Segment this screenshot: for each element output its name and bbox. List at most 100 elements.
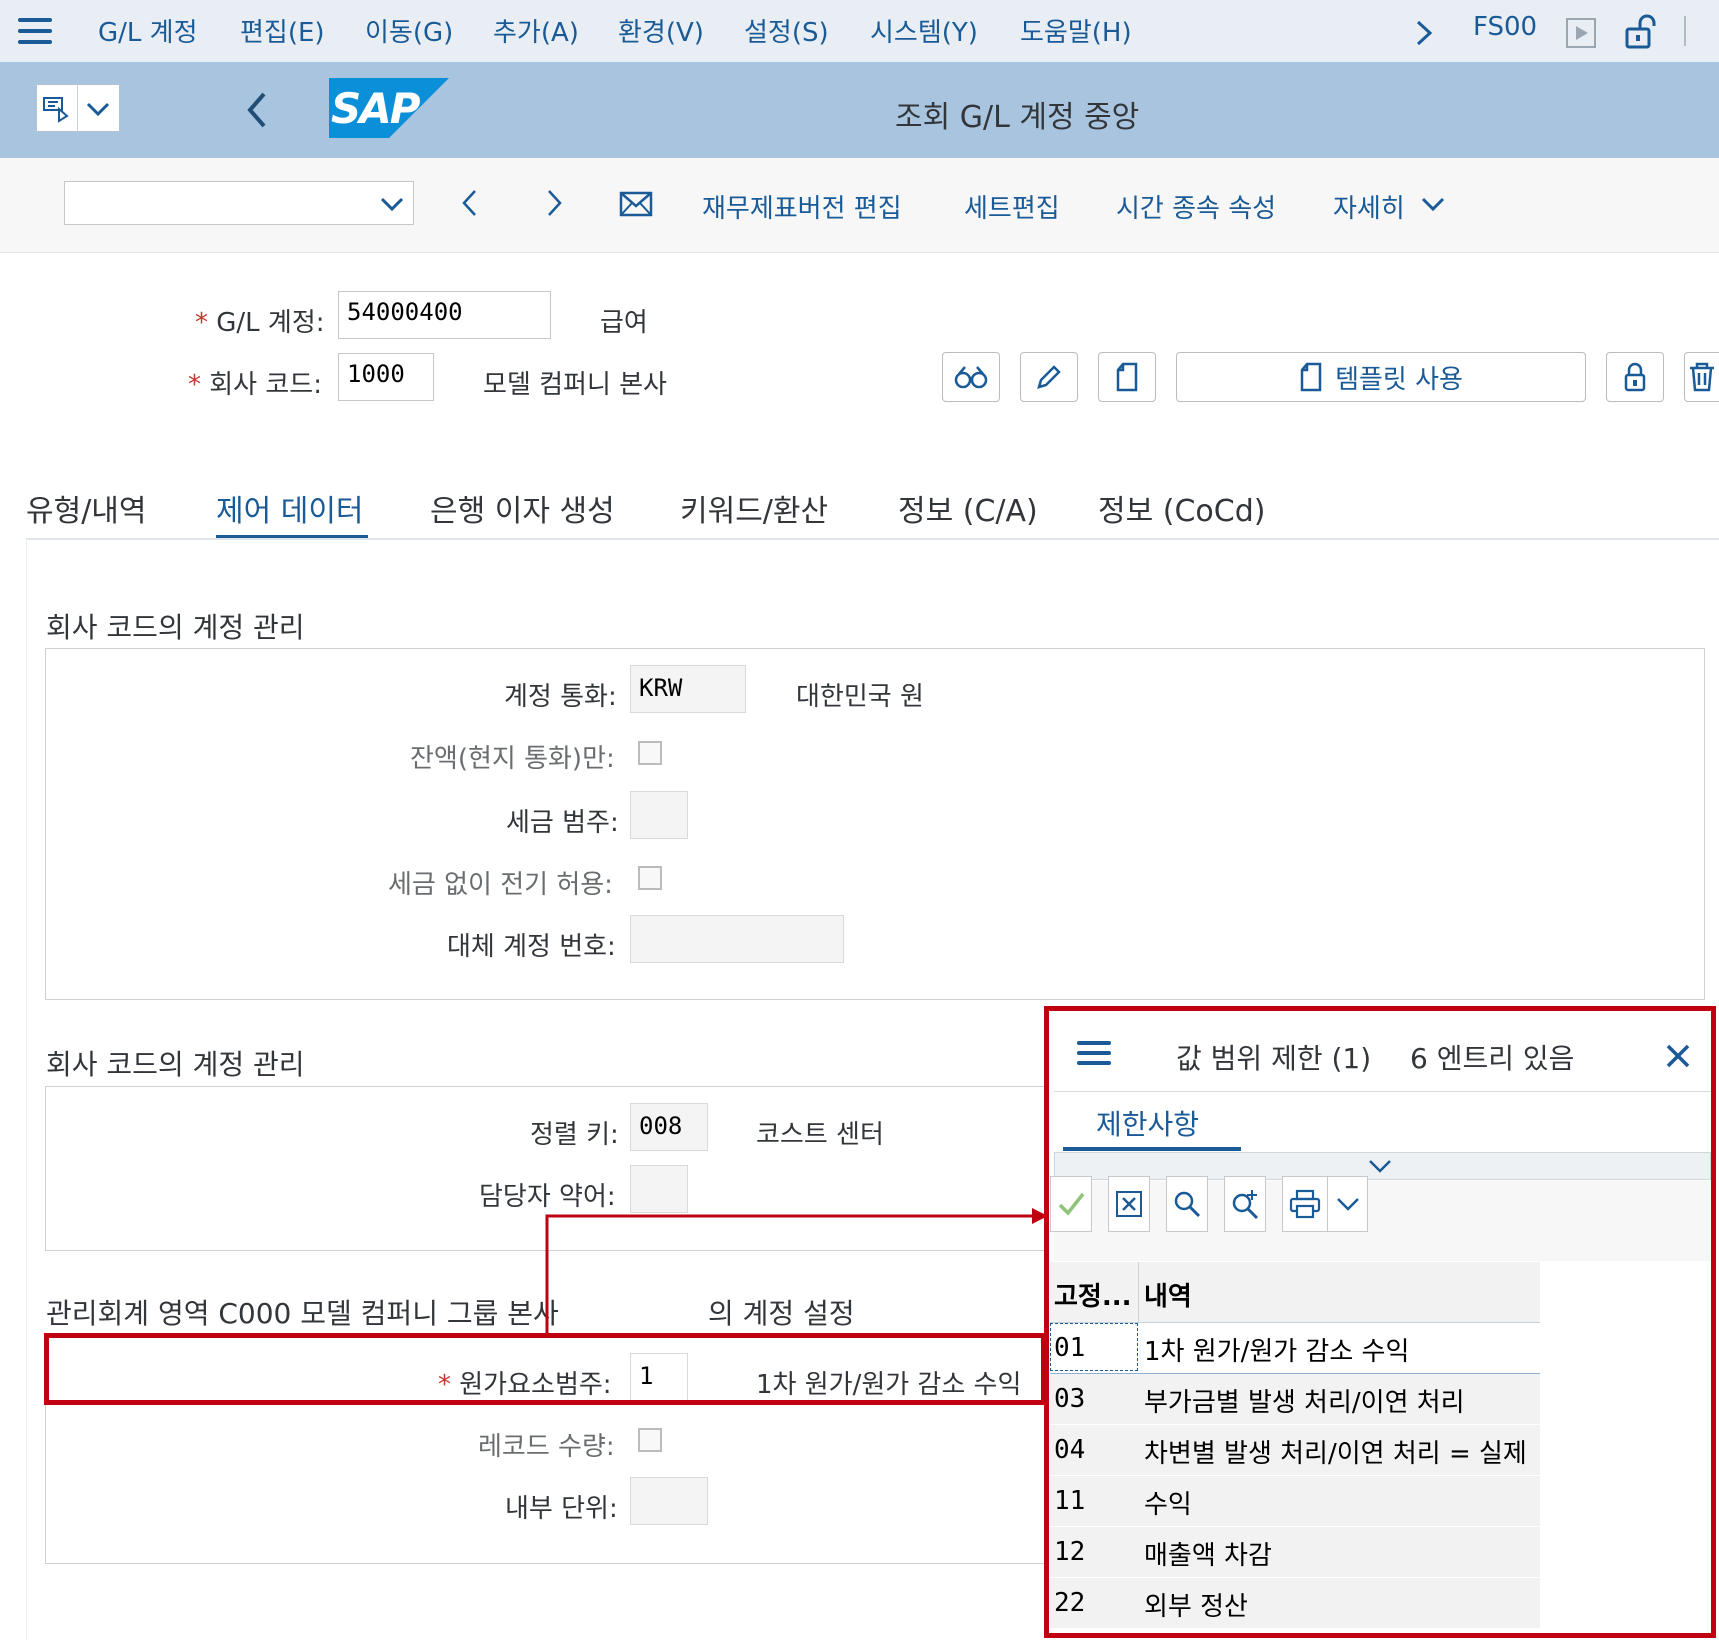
row-key: 22 (1054, 1588, 1086, 1618)
balance-local-checkbox[interactable] (638, 741, 662, 765)
create-button[interactable] (1098, 352, 1156, 402)
tab-control-data[interactable]: 제어 데이터 (216, 486, 364, 530)
close-icon[interactable] (1665, 1043, 1691, 1069)
toolbar-dropdown[interactable] (64, 181, 414, 225)
company-code-input[interactable]: 1000 (338, 353, 434, 401)
menu-environment[interactable]: 환경(V) (618, 12, 704, 49)
chevron-down-icon (1421, 197, 1445, 212)
record-quantity-label: 레코드 수량: (478, 1432, 615, 1462)
tab-type-description[interactable]: 유형/내역 (26, 486, 147, 530)
search-button[interactable] (1166, 1176, 1208, 1232)
row-desc: 수익 (1144, 1490, 1192, 1520)
unlock-icon[interactable] (1624, 14, 1658, 50)
use-template-button[interactable]: 템플릿 사용 (1176, 352, 1586, 402)
sort-key-label: 정렬 키: (530, 1120, 619, 1150)
print-button[interactable] (1282, 1176, 1368, 1232)
hamburger-menu-icon[interactable] (1077, 1041, 1111, 1067)
lock-button[interactable] (1606, 352, 1664, 402)
play-icon[interactable] (1566, 18, 1596, 48)
document-icon (1116, 362, 1138, 392)
post-without-tax-checkbox[interactable] (638, 866, 662, 890)
previous-icon[interactable] (460, 188, 480, 218)
delete-selection-button[interactable] (1108, 1176, 1150, 1232)
record-quantity-checkbox[interactable] (638, 1428, 662, 1452)
expand-bar[interactable] (1054, 1152, 1711, 1180)
lock-icon (1624, 362, 1646, 392)
table-row[interactable]: 11 수익 (1050, 1476, 1540, 1526)
column-header-fixed[interactable]: 고정... (1054, 1276, 1131, 1313)
tab-restrictions[interactable]: 제한사항 (1096, 1103, 1199, 1143)
hamburger-menu-icon[interactable] (18, 18, 52, 46)
display-button[interactable] (942, 352, 1000, 402)
menu-settings[interactable]: 설정(S) (744, 12, 829, 49)
checkmark-icon (1058, 1192, 1085, 1216)
popup-toolbar (1054, 1181, 1711, 1261)
row-desc: 매출액 차감 (1144, 1541, 1272, 1571)
divider (1684, 16, 1686, 46)
table-row[interactable]: 04 차변별 발생 처리/이연 처리 = 실제 (1050, 1425, 1540, 1475)
row-key: 12 (1054, 1537, 1086, 1567)
section-title: 회사 코드의 계정 관리 (46, 1048, 305, 1081)
menu-edit[interactable]: 편집(E) (240, 12, 325, 49)
table-row[interactable]: 01 1차 원가/원가 감소 수익 (1050, 1323, 1540, 1375)
internal-uom-field (630, 1477, 708, 1525)
pencil-icon (1037, 365, 1061, 389)
table-row[interactable]: 22 외부 정산 (1050, 1578, 1540, 1628)
column-header-description[interactable]: 내역 (1144, 1276, 1192, 1313)
tab-keyword-translation[interactable]: 키워드/환산 (680, 486, 828, 530)
title-bar: SAP 조회 G/L 계정 중앙 (0, 62, 1719, 158)
use-template-label: 템플릿 사용 (1335, 364, 1463, 395)
delete-button[interactable] (1684, 352, 1719, 402)
table-row[interactable]: 03 부가금별 발생 처리/이연 처리 (1050, 1374, 1540, 1424)
menu-extras[interactable]: 추가(A) (493, 12, 579, 49)
more-link[interactable]: 자세히 (1333, 188, 1405, 225)
search-more-button[interactable] (1224, 1176, 1266, 1232)
row-desc: 1차 원가/원가 감소 수익 (1144, 1337, 1410, 1367)
chevron-down-icon (86, 102, 110, 117)
menu-help[interactable]: 도움말(H) (1020, 12, 1132, 49)
row-key: 04 (1054, 1435, 1086, 1465)
tab-info-ca[interactable]: 정보 (C/A) (898, 486, 1038, 530)
balance-local-label: 잔액(현지 통화)만: (410, 744, 615, 774)
tab-info-cocd[interactable]: 정보 (CoCd) (1098, 486, 1265, 530)
next-icon[interactable] (544, 188, 564, 218)
edit-set-link[interactable]: 세트편집 (964, 188, 1060, 225)
chevron-right-icon[interactable] (1413, 18, 1435, 48)
page-title: 조회 G/L 계정 중앙 (895, 100, 1140, 135)
command-field-button[interactable] (36, 84, 120, 132)
row-desc: 외부 정산 (1144, 1592, 1248, 1622)
chevron-down-icon (1369, 1160, 1391, 1173)
popup-title: 값 범위 제한 (1) (1176, 1042, 1372, 1075)
close-box-icon (1116, 1191, 1142, 1217)
tab-bank-interest[interactable]: 은행 이자 생성 (430, 486, 615, 530)
post-without-tax-label: 세금 없이 전기 허용: (388, 870, 613, 900)
account-currency-label: 계정 통화: (504, 682, 617, 712)
back-icon[interactable] (246, 90, 270, 130)
row-key: 03 (1054, 1384, 1086, 1414)
edit-button[interactable] (1020, 352, 1078, 402)
glasses-icon (954, 366, 988, 389)
gl-account-input[interactable]: 54000400 (338, 291, 551, 339)
alt-account-field (630, 915, 844, 963)
accept-button[interactable] (1050, 1176, 1092, 1232)
company-code-label: * 회사 코드: (188, 370, 322, 400)
row-desc: 차변별 발생 처리/이연 처리 = 실제 (1144, 1439, 1527, 1469)
section-title: 관리회계 영역 C000 모델 컴퍼니 그룹 본사 (46, 1297, 559, 1330)
company-code-label-text: 회사 코드: (209, 370, 322, 400)
menu-gl-account[interactable]: G/L 계정 (98, 12, 198, 49)
printer-icon (1289, 1189, 1321, 1219)
menu-system[interactable]: 시스템(Y) (870, 12, 978, 49)
mail-icon[interactable] (619, 191, 653, 217)
row-desc: 부가금별 발생 처리/이연 처리 (1144, 1388, 1465, 1418)
chevron-down-icon (1337, 1198, 1359, 1211)
table-row[interactable]: 12 매출액 차감 (1050, 1527, 1540, 1577)
sap-logo-text: SAP (331, 84, 421, 133)
time-dependent-attributes-link[interactable]: 시간 종속 속성 (1116, 188, 1276, 225)
alt-account-label: 대체 계정 번호: (447, 932, 616, 962)
menu-goto[interactable]: 이동(G) (365, 12, 453, 49)
company-code-desc: 모델 컴퍼니 본사 (483, 370, 667, 400)
highlight-box (44, 1333, 1046, 1405)
internal-uom-label: 내부 단위: (505, 1494, 618, 1524)
tax-category-label: 세금 범주: (506, 808, 619, 838)
edit-fs-version-link[interactable]: 재무제표버전 편집 (702, 188, 902, 225)
